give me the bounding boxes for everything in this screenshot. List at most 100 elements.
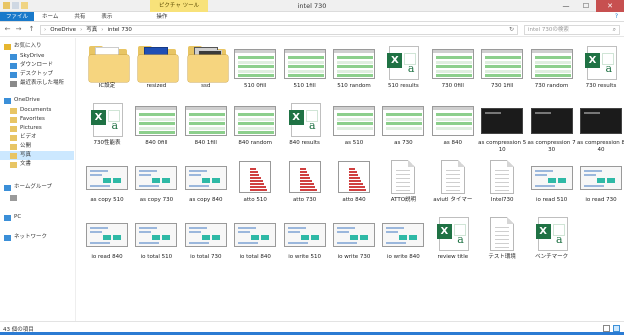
file-item[interactable]: Xa 510 results (378, 40, 428, 100)
image-thumbnail (233, 43, 277, 81)
file-item[interactable]: io total 730 (181, 211, 231, 271)
file-item[interactable]: Xa 730 results (576, 40, 624, 100)
nav-item[interactable]: OneDrive (0, 96, 74, 105)
nav-item-label: Documents (20, 107, 52, 113)
file-item[interactable]: io write 840 (378, 211, 428, 271)
nav-item[interactable]: 最近表示した場所 (0, 79, 74, 88)
file-item[interactable]: 510 0fill (230, 40, 280, 100)
file-name: as compression 730 (527, 140, 576, 153)
file-item[interactable]: atto 730 (280, 154, 330, 214)
file-item[interactable]: as copy 840 (181, 154, 231, 214)
nav-item[interactable]: 公開 (0, 142, 74, 151)
tab-share[interactable]: 共有 (66, 12, 93, 21)
refresh-icon[interactable]: ↻ (509, 26, 514, 34)
file-item[interactable]: as 510 (329, 97, 379, 157)
file-item[interactable]: as compression 730 (527, 97, 577, 157)
window-controls: — ☐ ✕ (556, 0, 624, 12)
file-item[interactable]: テスト環境 (477, 211, 527, 271)
breadcrumb-onedrive[interactable]: OneDrive (50, 26, 76, 34)
file-name: atto 840 (342, 197, 366, 203)
file-item[interactable]: aviutl タイマー (428, 154, 478, 214)
forward-button[interactable]: → (14, 25, 23, 34)
tab-view[interactable]: 表示 (93, 12, 120, 21)
file-item[interactable]: atto 840 (329, 154, 379, 214)
file-item[interactable]: resized (131, 40, 181, 100)
nav-item[interactable]: ダウンロード (0, 61, 74, 70)
search-placeholder: intel 730の検索 (528, 27, 569, 33)
breadcrumb-intel730[interactable]: intel 730 (108, 26, 132, 34)
file-item[interactable]: io total 840 (230, 211, 280, 271)
file-item[interactable]: io read 730 (576, 154, 624, 214)
breadcrumb[interactable]: › OneDrive › 写真 › intel 730 ↻ (40, 25, 518, 35)
file-name: io write 730 (337, 254, 371, 260)
nav-item[interactable]: Documents (0, 106, 74, 115)
minimize-button[interactable]: — (556, 0, 576, 12)
folder-icon (10, 125, 17, 132)
nav-item[interactable]: Favorites (0, 115, 74, 124)
address-bar-row: ← → ↑ › OneDrive › 写真 › intel 730 ↻ inte… (0, 23, 624, 37)
nav-item[interactable]: ホームグループ (0, 183, 74, 192)
nav-item[interactable]: ビデオ (0, 133, 74, 142)
file-item[interactable]: io read 840 (82, 211, 132, 271)
file-item[interactable]: as 730 (378, 97, 428, 157)
file-item[interactable]: 730 1fill (477, 40, 527, 100)
nav-item[interactable]: Pictures (0, 124, 74, 133)
file-item[interactable]: ssd (181, 40, 231, 100)
file-item[interactable]: io read 510 (527, 154, 577, 214)
file-item[interactable]: IC設定 (82, 40, 132, 100)
file-item[interactable]: io write 510 (280, 211, 330, 271)
file-item[interactable]: Xa review title (428, 211, 478, 271)
nav-item-label: ビデオ (20, 134, 37, 140)
file-item[interactable]: 510 1fill (280, 40, 330, 100)
image-thumbnail (431, 43, 475, 81)
maximize-button[interactable]: ☐ (576, 0, 596, 12)
file-name: 510 random (337, 83, 371, 89)
tab-manage[interactable]: 操作 (148, 12, 175, 21)
nav-item-label: ダウンロード (20, 62, 54, 68)
file-item[interactable]: 730 0fill (428, 40, 478, 100)
nav-item[interactable] (0, 193, 74, 202)
file-item[interactable]: 730 random (527, 40, 577, 100)
file-item[interactable]: atto 510 (230, 154, 280, 214)
search-icon[interactable]: ⌕ (613, 26, 616, 34)
nav-item[interactable]: 写真 (0, 151, 74, 160)
file-item[interactable]: as compression 510 (477, 97, 527, 157)
file-item[interactable]: 840 random (230, 97, 280, 157)
file-item[interactable]: 840 1fill (181, 97, 231, 157)
nav-item[interactable]: お気に入り (0, 42, 74, 51)
excel-file-icon: Xa (579, 43, 623, 81)
nav-item[interactable]: SkyDrive (0, 52, 74, 61)
file-item[interactable]: as 840 (428, 97, 478, 157)
nav-item[interactable]: ネットワーク (0, 233, 74, 242)
tab-file[interactable]: ファイル (0, 12, 35, 21)
file-item[interactable]: Xa 840 results (280, 97, 330, 157)
text-file-icon (480, 157, 524, 195)
homegroup-icon (4, 184, 11, 191)
up-button[interactable]: ↑ (27, 25, 36, 34)
help-icon[interactable]: ? (615, 13, 618, 20)
nav-item[interactable]: PC (0, 213, 74, 222)
file-item[interactable]: Xa ベンチマーク (527, 211, 577, 271)
excel-file-icon: Xa (381, 43, 425, 81)
file-item[interactable]: ATTO説明 (378, 154, 428, 214)
tab-home[interactable]: ホーム (34, 12, 66, 21)
search-input[interactable]: intel 730の検索 ⌕ (524, 25, 620, 35)
nav-item[interactable]: 文書 (0, 160, 74, 169)
file-item[interactable]: as compression 840 (576, 97, 624, 157)
close-button[interactable]: ✕ (596, 0, 624, 12)
file-name: 730 results (585, 83, 617, 89)
file-item[interactable]: io total 510 (131, 211, 181, 271)
nav-item[interactable]: デスクトップ (0, 70, 74, 79)
image-thumbnail (332, 157, 376, 195)
file-item[interactable]: Intel730 (477, 154, 527, 214)
file-item[interactable]: as copy 730 (131, 154, 181, 214)
file-item[interactable]: io write 730 (329, 211, 379, 271)
large-icons-view-icon[interactable] (613, 325, 620, 332)
file-item[interactable]: 510 random (329, 40, 379, 100)
breadcrumb-photos[interactable]: 写真 (86, 26, 97, 34)
file-item[interactable]: Xa 730性能表 (82, 97, 132, 157)
file-item[interactable]: as copy 510 (82, 154, 132, 214)
back-button[interactable]: ← (3, 25, 12, 34)
details-view-icon[interactable] (603, 325, 610, 332)
file-item[interactable]: 840 0fill (131, 97, 181, 157)
